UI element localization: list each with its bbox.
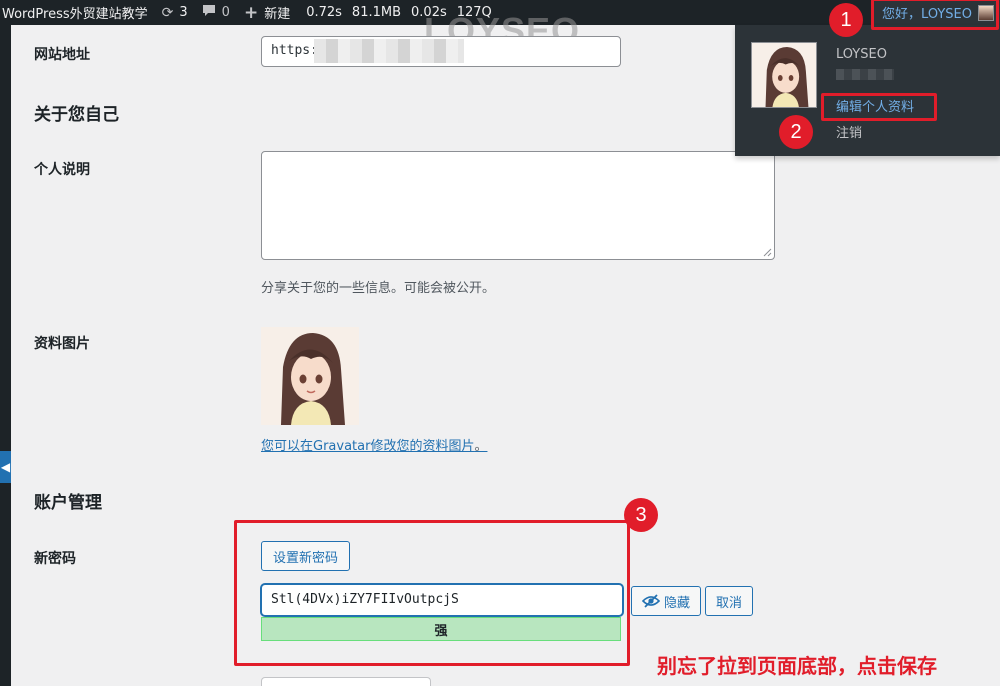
- comment-icon: [202, 4, 216, 21]
- dropdown-display-name[interactable]: LOYSEO: [836, 47, 887, 62]
- website-label: 网站地址: [34, 47, 90, 63]
- redacted-url: [314, 39, 464, 63]
- bio-description: 分享关于您的一些信息。可能会被公开。: [261, 281, 496, 296]
- highlight-edit-profile: [821, 93, 937, 121]
- about-section-title: 关于您自己: [34, 105, 119, 125]
- dropdown-avatar[interactable]: [751, 42, 817, 108]
- comments-link[interactable]: 0: [202, 0, 244, 25]
- updates-icon: ⟳: [161, 4, 174, 21]
- new-content-link[interactable]: + 新建: [244, 0, 306, 25]
- highlight-password-area: [234, 520, 630, 666]
- stat-page-time: 0.72s: [306, 5, 342, 20]
- account-section-title: 账户管理: [34, 493, 102, 513]
- profile-picture-label: 资料图片: [34, 336, 90, 352]
- gravatar-link-text[interactable]: 您可以在Gravatar修改您的资料图片: [261, 439, 474, 454]
- highlight-account-menu: [871, 0, 999, 30]
- hide-password-label: 隐藏: [663, 595, 690, 611]
- new-password-label: 新密码: [34, 551, 76, 567]
- site-name-link[interactable]: WordPress外贸建站教学: [0, 0, 162, 25]
- plus-icon: +: [243, 2, 259, 23]
- admin-sidebar: ◀: [0, 25, 11, 686]
- gravatar-link[interactable]: 您可以在Gravatar修改您的资料图片。: [261, 435, 487, 454]
- step-badge-2: 2: [779, 115, 813, 149]
- bio-textarea[interactable]: [261, 151, 775, 260]
- resize-handle-icon: [763, 248, 772, 257]
- cancel-password-button[interactable]: 取消: [705, 586, 753, 616]
- redacted-username: [836, 69, 894, 80]
- collapse-arrow-icon[interactable]: ◀: [0, 451, 11, 483]
- logout-link[interactable]: 注销: [836, 122, 862, 141]
- save-reminder-note: 别忘了拉到页面底部，点击保存: [657, 654, 937, 678]
- bio-label: 个人说明: [34, 162, 90, 178]
- new-label: 新建: [264, 7, 291, 22]
- hide-password-button[interactable]: 隐藏: [631, 586, 701, 616]
- gravatar-link-period: 。: [474, 439, 488, 454]
- updates-link[interactable]: ⟳ 3: [162, 0, 202, 25]
- updates-count: 3: [179, 5, 188, 20]
- profile-avatar: [261, 327, 359, 425]
- user-account-dropdown: LOYSEO 编辑个人资料 注销: [735, 25, 1000, 156]
- comments-count: 0: [221, 5, 230, 20]
- eye-slash-icon: [641, 594, 660, 608]
- stat-memory: 81.1MB: [351, 5, 402, 20]
- step-badge-3: 3: [624, 498, 658, 532]
- next-field-peek: [261, 677, 431, 686]
- step-badge-1: 1: [829, 3, 863, 37]
